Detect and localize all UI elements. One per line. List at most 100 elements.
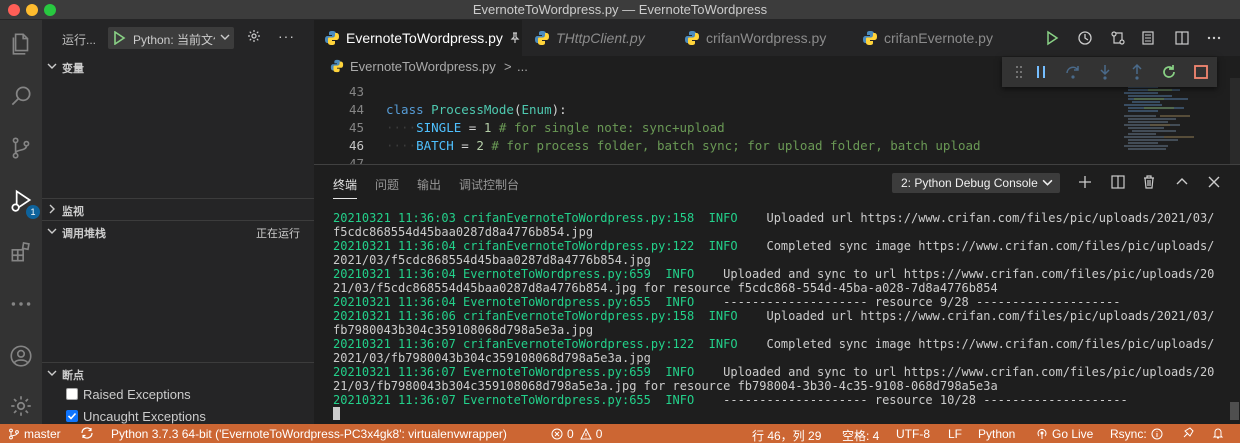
problems-indicator[interactable]: 0 0 xyxy=(551,427,602,441)
panel-tab-debug-console[interactable]: 调试控制台 xyxy=(459,176,519,193)
pin-icon[interactable] xyxy=(509,32,521,44)
breakpoint-raised-exceptions[interactable]: Raised Exceptions xyxy=(66,384,191,404)
indentation[interactable]: 空格: 4 xyxy=(842,427,879,443)
split-terminal-icon[interactable] xyxy=(1110,174,1126,190)
panel-tab-terminal[interactable]: 终端 xyxy=(333,176,358,199)
pause-icon[interactable] xyxy=(1032,63,1050,81)
run-file-icon[interactable] xyxy=(1044,30,1060,46)
chevron-up-icon[interactable] xyxy=(1174,174,1190,190)
cursor-position[interactable]: 行 46，列 29 xyxy=(752,427,821,443)
go-live-button[interactable]: Go Live xyxy=(1036,427,1093,441)
python-file-icon xyxy=(863,31,877,45)
debug-sidebar-header: 运行... Python: 当前文件 ··· xyxy=(42,20,314,56)
account-icon[interactable] xyxy=(5,340,37,372)
language-mode[interactable]: Python xyxy=(978,427,1015,441)
terminal-line: fb7980043b304c359108068d798a5e3a.jpg xyxy=(333,323,594,337)
compare-changes-icon[interactable] xyxy=(1110,30,1126,46)
breakpoint-label: Uncaught Exceptions xyxy=(83,408,206,424)
trash-icon[interactable] xyxy=(1141,174,1157,190)
rsync-status[interactable]: Rsync: xyxy=(1110,427,1167,441)
terminal-line: 20210321 11:36:04 EvernoteToWordpress.py… xyxy=(333,267,1215,281)
code-editor[interactable]: 43 44 45 46 47 class ProcessMode(Enum): … xyxy=(314,78,1240,164)
window-title: EvernoteToWordpress.py — EvernoteToWordp… xyxy=(472,2,768,17)
close-panel-icon[interactable] xyxy=(1206,174,1222,190)
raised-exceptions-checkbox[interactable] xyxy=(66,388,78,400)
terminal-output[interactable]: 20210321 11:36:03 crifanEvernoteToWordpr… xyxy=(333,211,1229,421)
files-icon[interactable] xyxy=(5,28,37,60)
stop-icon[interactable] xyxy=(1192,63,1210,81)
more-icon[interactable] xyxy=(5,288,37,320)
section-callstack-label: 调用堆栈 xyxy=(62,228,106,240)
sync-button[interactable] xyxy=(80,427,98,439)
minimap[interactable] xyxy=(1120,78,1230,164)
line-number: 44 xyxy=(348,102,364,117)
drag-handle-icon[interactable] xyxy=(1010,63,1028,81)
chevron-down-icon xyxy=(1042,179,1053,186)
breakpoint-uncaught-exceptions[interactable]: Uncaught Exceptions xyxy=(66,406,206,426)
go-live-label: Go Live xyxy=(1052,427,1094,441)
tab-evernotetowordpress[interactable]: EvernoteToWordpress.py xyxy=(314,20,522,56)
encoding-label: UTF-8 xyxy=(896,427,930,441)
debug-toolbar xyxy=(1002,57,1217,87)
step-into-icon[interactable] xyxy=(1096,63,1114,81)
panel-tab-problems[interactable]: 问题 xyxy=(375,176,399,193)
run-debug-icon[interactable]: 1 xyxy=(5,184,40,219)
branch-icon xyxy=(9,428,19,440)
step-out-icon[interactable] xyxy=(1128,63,1146,81)
section-watch[interactable]: 监视 xyxy=(42,198,314,220)
tab-thttpclient[interactable]: THttpClient.py xyxy=(524,20,672,56)
split-editor-icon[interactable] xyxy=(1174,30,1190,46)
interpreter-label: Python 3.7.3 64-bit ('EvernoteToWordpres… xyxy=(111,427,507,441)
python-interpreter[interactable]: Python 3.7.3 64-bit ('EvernoteToWordpres… xyxy=(111,427,507,441)
breadcrumb-file[interactable]: EvernoteToWordpress.py xyxy=(350,59,496,74)
terminal-line: 20210321 11:36:07 crifanEvernoteToWordpr… xyxy=(333,337,1215,351)
tab-crifanevernote[interactable]: crifanEvernote.py xyxy=(852,20,1008,56)
encoding[interactable]: UTF-8 xyxy=(896,427,930,441)
activity-bar: 1 xyxy=(0,20,42,424)
end-of-line[interactable]: LF xyxy=(948,427,962,441)
launch-settings-icon[interactable] xyxy=(246,28,262,44)
chevron-down-icon xyxy=(220,34,230,40)
terminal-line: f5cdc868554d45baa0287d8a4776b854.jpg xyxy=(333,225,594,239)
section-callstack[interactable]: 调用堆栈 正在运行 xyxy=(42,220,314,242)
language-label: Python xyxy=(978,427,1016,441)
callstack-status: 正在运行 xyxy=(256,228,300,240)
debug-config-select[interactable]: Python: 当前文件 xyxy=(108,27,234,49)
sidebar-more-icon[interactable]: ··· xyxy=(278,28,295,44)
git-branch[interactable]: master xyxy=(8,427,61,441)
debug-config-label: Python: 当前文件 xyxy=(133,33,215,47)
uncaught-exceptions-checkbox[interactable] xyxy=(66,410,78,422)
code-line-45: ····SINGLE = 1 # for single note: sync+u… xyxy=(386,120,725,135)
info-icon xyxy=(1151,428,1163,440)
panel-tab-output[interactable]: 输出 xyxy=(417,176,441,193)
tab-label: crifanEvernote.py xyxy=(884,30,993,46)
tab-crifanwordpress[interactable]: crifanWordpress.py xyxy=(674,20,850,56)
editor-scrollbar[interactable] xyxy=(1230,78,1240,164)
source-control-icon[interactable] xyxy=(5,132,37,164)
terminal-line: 20210321 11:36:04 crifanEvernoteToWordpr… xyxy=(333,239,1215,253)
search-icon[interactable] xyxy=(5,80,37,112)
extensions-icon[interactable] xyxy=(5,236,37,268)
breadcrumb-symbol[interactable]: ... xyxy=(517,59,528,74)
tab-label: THttpClient.py xyxy=(556,30,645,46)
feedback-button[interactable] xyxy=(1182,427,1199,439)
start-debug-icon[interactable] xyxy=(113,31,126,45)
terminal-select-label: 2: Python Debug Console xyxy=(901,176,1038,190)
breakpoint-label: Raised Exceptions xyxy=(83,386,191,402)
settings-gear-icon[interactable] xyxy=(5,390,37,422)
new-terminal-icon[interactable] xyxy=(1077,174,1093,190)
timeline-icon[interactable] xyxy=(1077,30,1093,46)
warning-count: 0 xyxy=(595,427,603,441)
terminal-select[interactable]: 2: Python Debug Console xyxy=(892,173,1060,193)
terminal-cursor xyxy=(333,407,1229,421)
step-over-icon[interactable] xyxy=(1064,63,1082,81)
open-preview-icon[interactable] xyxy=(1140,30,1156,46)
editor-more-icon[interactable] xyxy=(1206,30,1222,46)
section-breakpoints[interactable]: 断点 xyxy=(42,362,314,384)
restart-icon[interactable] xyxy=(1160,63,1178,81)
section-variables[interactable]: 变量 xyxy=(42,56,314,78)
terminal-scrollbar[interactable] xyxy=(1230,402,1239,420)
terminal-line: 20210321 11:36:07 EvernoteToWordpress.py… xyxy=(333,393,1128,407)
sync-icon xyxy=(81,427,93,439)
notifications-button[interactable] xyxy=(1212,427,1228,439)
